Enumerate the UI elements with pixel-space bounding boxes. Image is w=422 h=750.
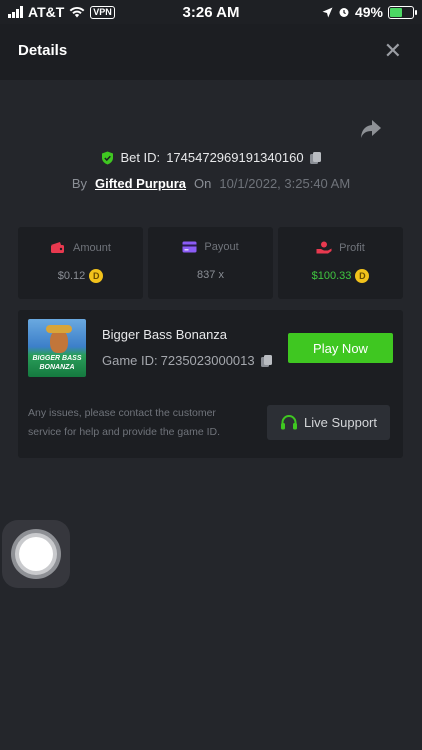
card-icon: [182, 241, 197, 253]
location-icon: [322, 7, 333, 17]
coin-icon: D: [89, 269, 104, 283]
assistive-touch-button[interactable]: [2, 520, 70, 588]
close-icon[interactable]: ✕: [384, 40, 402, 62]
profit-value: $100.33: [311, 270, 352, 282]
amount-value: $0.12: [57, 270, 86, 282]
profit-value-row: $100.33 D: [278, 269, 403, 283]
payout-value: 837 x: [197, 269, 224, 281]
thumbnail-title-line2: BONANZA: [39, 364, 75, 371]
hand-coin-icon: [316, 241, 332, 254]
support-notice: Any issues, please contact the customer …: [28, 407, 221, 438]
play-now-button[interactable]: Play Now: [288, 333, 393, 363]
live-support-button[interactable]: Live Support: [267, 405, 390, 440]
battery-percent: 49%: [354, 4, 383, 20]
game-id-label: Game ID:: [102, 353, 158, 368]
amount-value-row: $0.12 D: [18, 269, 143, 283]
payout-label: Payout: [204, 241, 239, 253]
amount-header: Amount: [18, 241, 143, 254]
alarm-icon: [339, 8, 349, 17]
assistive-ring-inner: [19, 537, 53, 571]
profit-label: Profit: [339, 241, 365, 254]
live-support-label: Live Support: [304, 415, 377, 430]
status-bar: AT&T VPN 3:26 AM 49%: [0, 0, 422, 24]
game-id-row: Game ID: 7235023000013: [102, 353, 272, 368]
status-right: 49%: [322, 4, 417, 20]
by-label: By: [71, 176, 87, 191]
game-name: Bigger Bass Bonanza: [102, 327, 228, 342]
payout-card: Payout 837 x: [148, 227, 273, 299]
thumbnail-title-line1: BIGGER BASS: [32, 355, 82, 362]
bet-id-row: Bet ID: 174547296919134016​0: [0, 150, 422, 165]
profit-card: Profit $100.33 D: [278, 227, 403, 299]
stats-row: Amount $0.12 D Payout 837 x Profit $100.…: [18, 227, 403, 299]
battery-icon: [388, 5, 417, 19]
bet-meta-row: By Gifted Purpura On 10/1/2022, 3:25:40 …: [0, 176, 422, 191]
details-header: Details ✕: [0, 24, 422, 80]
bet-datetime: 10/1/2022, 3:25:40 AM: [219, 176, 351, 191]
amount-card: Amount $0.12 D: [18, 227, 143, 299]
payout-value-row: 837 x: [148, 269, 273, 281]
bet-id-value: 174547296919134016​0: [166, 150, 304, 165]
shield-check-icon: [102, 151, 114, 164]
bet-id-label: Bet ID:: [120, 150, 161, 165]
game-id-value: 7235023000013: [160, 353, 255, 368]
copy-icon[interactable]: [260, 354, 272, 367]
payout-header: Payout: [148, 241, 273, 253]
wallet-icon: [51, 242, 65, 253]
profit-header: Profit: [278, 241, 403, 254]
copy-icon[interactable]: [309, 151, 321, 164]
game-card: BIGGER BASS BONANZA Bigger Bass Bonanza …: [18, 310, 403, 458]
on-label: On: [194, 176, 212, 191]
thumbnail-hat: [46, 325, 72, 333]
game-thumbnail[interactable]: BIGGER BASS BONANZA: [28, 319, 86, 377]
user-link[interactable]: Gifted Purpura: [95, 176, 186, 191]
coin-icon: D: [355, 269, 370, 283]
headset-icon: [281, 415, 297, 430]
page-title: Details: [18, 42, 68, 59]
amount-label: Amount: [73, 241, 111, 254]
share-arrow-icon[interactable]: [360, 119, 382, 139]
